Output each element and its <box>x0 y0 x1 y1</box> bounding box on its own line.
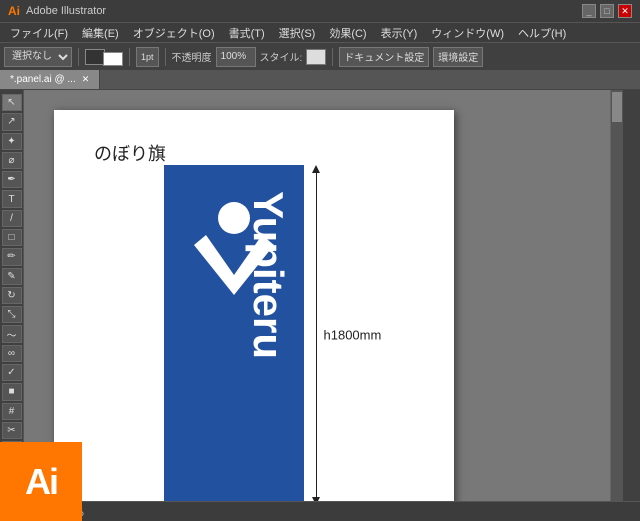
main-toolbar: 選択なし 1pt 不透明度 スタイル: ドキュメント設定 環境設定 <box>0 42 640 70</box>
gradient-tool[interactable]: ■ <box>2 383 22 400</box>
opacity-label: 不透明度 <box>172 49 212 64</box>
line-tool[interactable]: / <box>2 210 22 227</box>
vertical-scrollbar[interactable] <box>610 90 622 501</box>
rect-tool[interactable]: □ <box>2 229 22 246</box>
canvas-area[interactable]: のぼり旗 Yupiteru <box>24 90 622 501</box>
style-btn[interactable] <box>306 49 326 65</box>
menu-help[interactable]: ヘルプ(H) <box>512 23 572 43</box>
toolbar-separator-3 <box>165 48 166 66</box>
blend-tool[interactable]: ∞ <box>2 345 22 362</box>
title-bar-controls: _ □ ✕ <box>582 4 632 18</box>
menu-edit[interactable]: 編集(E) <box>76 23 125 43</box>
scrollbar-thumb[interactable] <box>612 92 622 122</box>
paintbrush-tool[interactable]: ✏ <box>2 248 22 265</box>
warp-tool[interactable]: 〜 <box>2 325 22 342</box>
title-bar-left: Ai Adobe Illustrator <box>8 4 106 18</box>
select-tool[interactable]: ↖ <box>2 94 22 111</box>
svg-text:Yupiteru: Yupiteru <box>245 191 292 359</box>
ai-logo: Ai <box>0 442 82 521</box>
menu-type[interactable]: 書式(T) <box>223 23 271 43</box>
menu-view[interactable]: 表示(Y) <box>375 23 424 43</box>
env-settings-btn[interactable]: 環境設定 <box>433 47 483 67</box>
pencil-tool[interactable]: ✎ <box>2 268 22 285</box>
minimize-button[interactable]: _ <box>582 4 596 18</box>
left-toolbar: ↖ ↗ ✦ ⌀ ✒ T / □ ✏ ✎ ↻ ⤡ 〜 ∞ ✓ ■ # ✂ ◻ ⊕ … <box>0 90 24 501</box>
type-tool[interactable]: T <box>2 190 22 207</box>
selection-dropdown[interactable]: 選択なし <box>4 47 72 67</box>
document-tab[interactable]: *.panel.ai @ ... ✕ <box>0 70 100 89</box>
app-icon-label: Ai <box>8 4 20 18</box>
tab-close-icon[interactable]: ✕ <box>82 74 90 85</box>
height-dimension: h1800mm <box>312 165 320 501</box>
menu-select[interactable]: 選択(S) <box>273 23 322 43</box>
slice-tool[interactable]: ✂ <box>2 422 22 439</box>
tab-bar: *.panel.ai @ ... ✕ <box>0 70 640 90</box>
scale-tool[interactable]: ⤡ <box>2 306 22 323</box>
eyedropper-tool[interactable]: ✓ <box>2 364 22 381</box>
magic-wand-tool[interactable]: ✦ <box>2 133 22 150</box>
document-title-label: のぼり旗 <box>94 140 166 166</box>
pen-tool[interactable]: ✒ <box>2 171 22 188</box>
lasso-tool[interactable]: ⌀ <box>2 152 22 169</box>
fill-color-btn[interactable] <box>85 49 105 65</box>
toolbar-separator-2 <box>129 48 130 66</box>
main-layout: ↖ ↗ ✦ ⌀ ✒ T / □ ✏ ✎ ↻ ⤡ 〜 ∞ ✓ ■ # ✂ ◻ ⊕ … <box>0 90 640 501</box>
close-button[interactable]: ✕ <box>618 4 632 18</box>
logo-area: Yupiteru <box>164 165 304 501</box>
menu-window[interactable]: ウィンドウ(W) <box>425 23 510 43</box>
style-label: スタイル: <box>260 49 303 64</box>
menu-bar: ファイル(F) 編集(E) オブジェクト(O) 書式(T) 選択(S) 効果(C… <box>0 22 640 42</box>
rotate-tool[interactable]: ↻ <box>2 287 22 304</box>
maximize-button[interactable]: □ <box>600 4 614 18</box>
dim-arrow-top <box>312 165 320 173</box>
ai-logo-text: Ai <box>25 461 57 503</box>
mesh-tool[interactable]: # <box>2 403 22 420</box>
menu-object[interactable]: オブジェクト(O) <box>127 23 221 43</box>
opacity-input[interactable] <box>216 47 256 67</box>
doc-settings-btn[interactable]: ドキュメント設定 <box>339 47 429 67</box>
toolbar-separator-1 <box>78 48 79 66</box>
menu-effect[interactable]: 効果(C) <box>323 23 372 43</box>
dim-line-v: h1800mm <box>316 173 317 497</box>
tab-label: *.panel.ai @ ... <box>10 74 76 85</box>
yupiteru-logo-svg: Yupiteru <box>174 190 294 480</box>
nobori-banner: Yupiteru <box>164 165 304 501</box>
direct-select-tool[interactable]: ↗ <box>2 113 22 130</box>
title-bar-title: Adobe Illustrator <box>26 5 106 17</box>
title-bar: Ai Adobe Illustrator _ □ ✕ <box>0 0 640 22</box>
toolbar-separator-4 <box>332 48 333 66</box>
menu-file[interactable]: ファイル(F) <box>4 23 74 43</box>
height-label: h1800mm <box>324 328 382 343</box>
status-bar: 50% 手のひら <box>0 501 640 521</box>
right-panel-strip <box>622 90 640 501</box>
stroke-color-btn[interactable] <box>103 52 123 66</box>
artboard: のぼり旗 Yupiteru <box>54 110 454 501</box>
stroke-weight-btn[interactable]: 1pt <box>136 47 159 67</box>
